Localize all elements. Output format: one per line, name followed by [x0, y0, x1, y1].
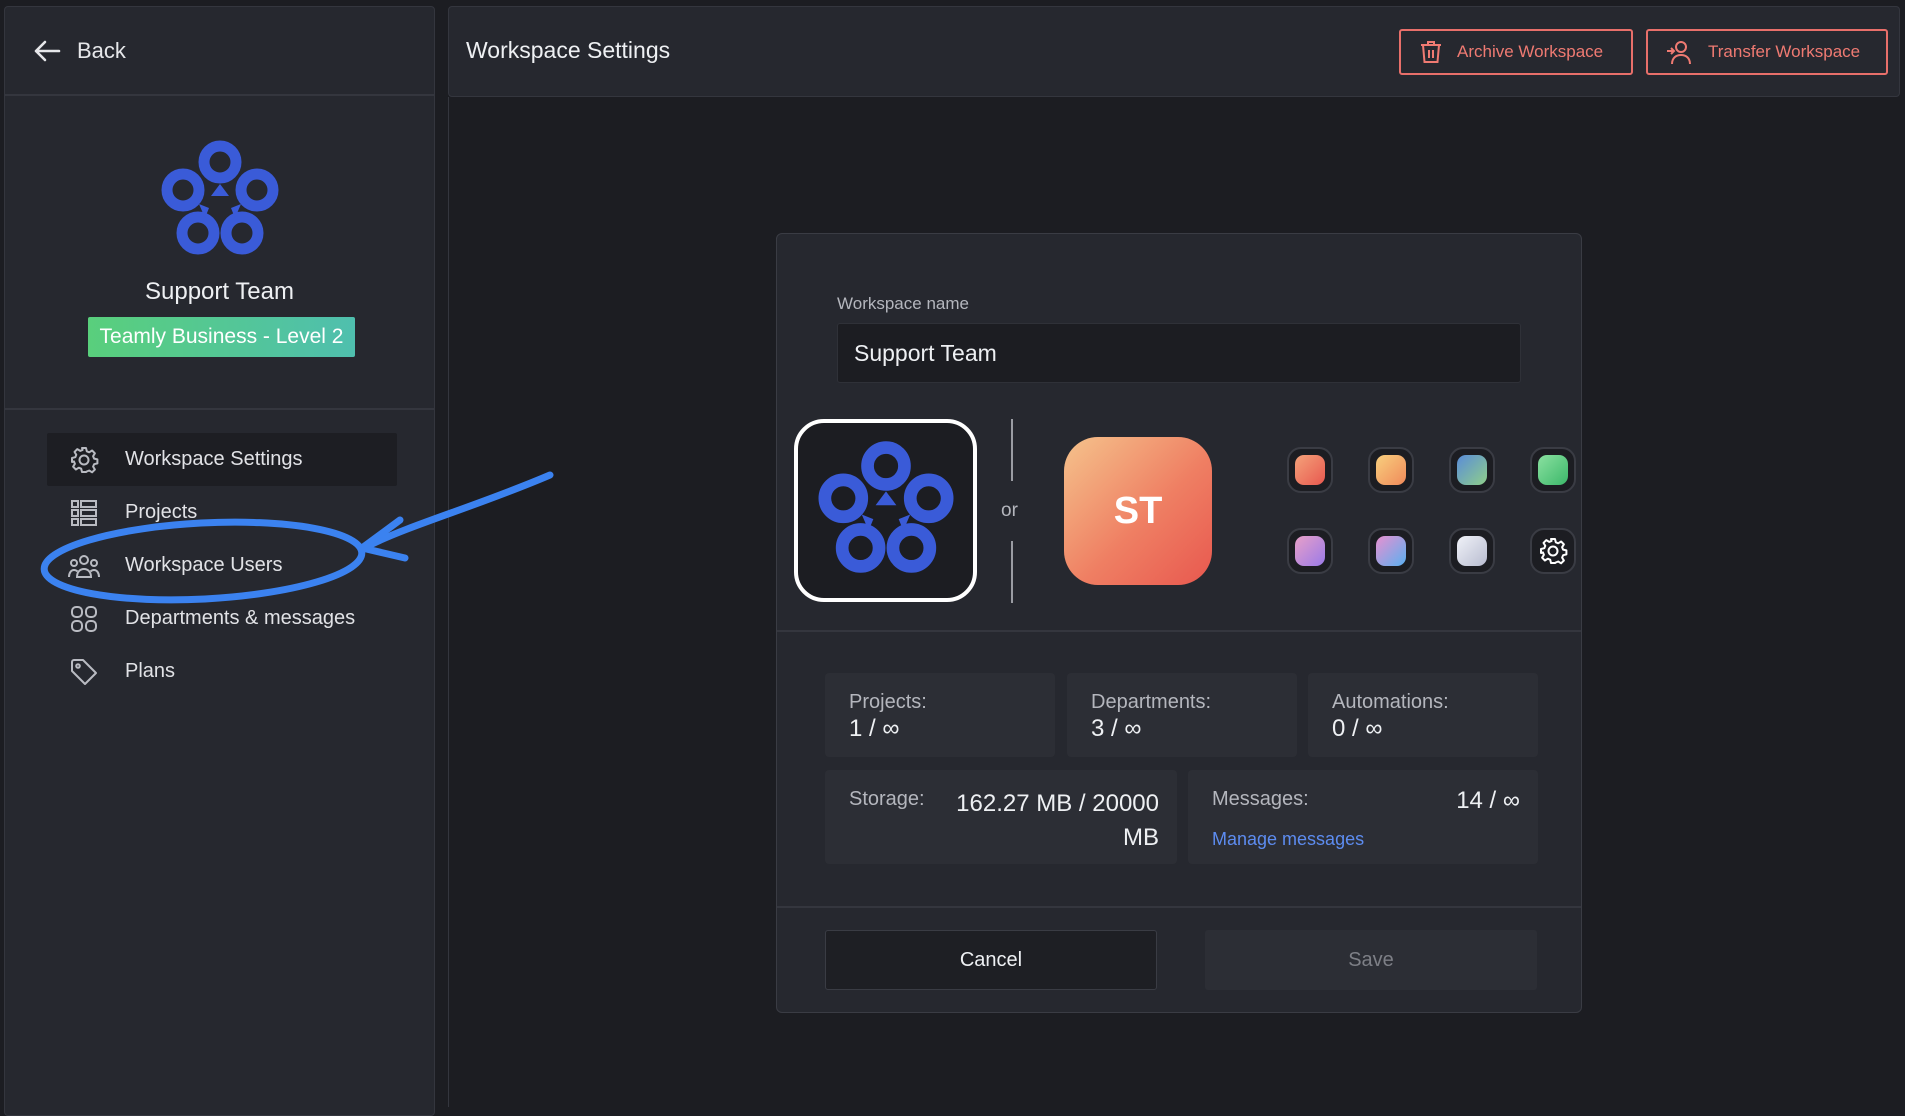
gear-icon	[67, 443, 101, 477]
archive-workspace-label: Archive Workspace	[1457, 42, 1604, 61]
workspace-name-label: Workspace name	[837, 294, 969, 313]
cancel-button[interactable]: Cancel	[825, 930, 1157, 990]
workspace-logo-icon	[818, 440, 953, 573]
arrow-left-icon	[34, 40, 61, 61]
sidebar-item-projects[interactable]: Projects	[47, 486, 397, 539]
sidebar-item-label: Plans	[125, 660, 176, 682]
stat-value: 14 / ∞	[1456, 787, 1520, 814]
stat-label: Messages:	[1212, 788, 1309, 810]
workspace-logo-icon	[155, 136, 285, 271]
sidebar-nav: Workspace Settings Projects Workspace Us…	[47, 433, 397, 698]
stat-label: Projects:	[849, 691, 927, 713]
divider	[1011, 541, 1013, 603]
sidebar: Back Support Team Teamly Business - Leve…	[4, 6, 435, 1116]
top-bar: Workspace Settings Archive Workspace Tra…	[448, 6, 1900, 97]
transfer-workspace-button[interactable]: Transfer Workspace	[1646, 29, 1888, 75]
color-swatch[interactable]	[1530, 447, 1576, 493]
color-swatch[interactable]	[1368, 447, 1414, 493]
color-swatch[interactable]	[1287, 528, 1333, 574]
back-button[interactable]: Back	[5, 7, 434, 96]
archive-workspace-button[interactable]: Archive Workspace	[1399, 29, 1633, 75]
plan-badge: Teamly Business - Level 2	[88, 317, 355, 357]
workspace-logo-upload[interactable]	[794, 419, 977, 602]
stat-value: 1 / ∞	[849, 715, 900, 742]
sidebar-item-workspace-users[interactable]: Workspace Users	[47, 539, 397, 592]
color-swatch[interactable]	[1368, 528, 1414, 574]
grid-icon	[67, 602, 101, 636]
sidebar-item-label: Projects	[125, 501, 198, 523]
or-label: or	[1001, 500, 1018, 521]
users-icon	[67, 549, 101, 583]
user-transfer-icon	[1667, 41, 1691, 65]
stat-messages: Messages: 14 / ∞ Manage messages	[1188, 770, 1538, 864]
sidebar-item-label: Workspace Users	[125, 554, 283, 576]
list-icon	[67, 496, 101, 530]
stat-storage: Storage: 162.27 MB / 20000 MB	[825, 770, 1177, 864]
save-button[interactable]: Save	[1205, 930, 1537, 990]
sidebar-item-departments[interactable]: Departments & messages	[47, 592, 397, 645]
workspace-name-input[interactable]: Support Team	[837, 323, 1521, 383]
back-label: Back	[77, 37, 126, 63]
stat-projects: Projects: 1 / ∞	[825, 673, 1055, 757]
stat-value: 3 / ∞	[1091, 715, 1142, 742]
manage-messages-link[interactable]: Manage messages	[1212, 829, 1364, 850]
sidebar-item-plans[interactable]: Plans	[47, 645, 397, 698]
stat-label: Departments:	[1091, 691, 1212, 713]
stat-label: Automations:	[1332, 691, 1449, 713]
workspace-settings-card: Workspace name Support Team or ST Projec…	[776, 233, 1582, 1013]
color-swatch[interactable]	[1449, 447, 1495, 493]
stat-value: 162.27 MB / 20000 MB	[956, 790, 1159, 851]
color-swatch[interactable]	[1287, 447, 1333, 493]
stat-value: 0 / ∞	[1332, 715, 1383, 742]
page-title: Workspace Settings	[466, 37, 671, 63]
sidebar-item-workspace-settings[interactable]: Workspace Settings	[47, 433, 397, 486]
stat-departments: Departments: 3 / ∞	[1067, 673, 1297, 757]
tag-icon	[67, 655, 101, 689]
initials-avatar[interactable]: ST	[1064, 437, 1212, 585]
divider	[1011, 419, 1013, 481]
gear-icon	[1540, 538, 1568, 565]
stat-automations: Automations: 0 / ∞	[1308, 673, 1538, 757]
color-swatch[interactable]	[1449, 528, 1495, 574]
divider	[777, 906, 1581, 908]
transfer-workspace-label: Transfer Workspace	[1708, 42, 1861, 61]
workspace-name: Support Team	[145, 278, 294, 305]
trash-icon	[1421, 41, 1441, 63]
custom-color-button[interactable]	[1530, 528, 1576, 574]
sidebar-item-label: Workspace Settings	[125, 448, 303, 470]
stat-label: Storage:	[849, 788, 925, 810]
sidebar-item-label: Departments & messages	[125, 607, 356, 629]
divider	[777, 630, 1581, 632]
workspace-header: Support Team Teamly Business - Level 2	[5, 98, 434, 410]
